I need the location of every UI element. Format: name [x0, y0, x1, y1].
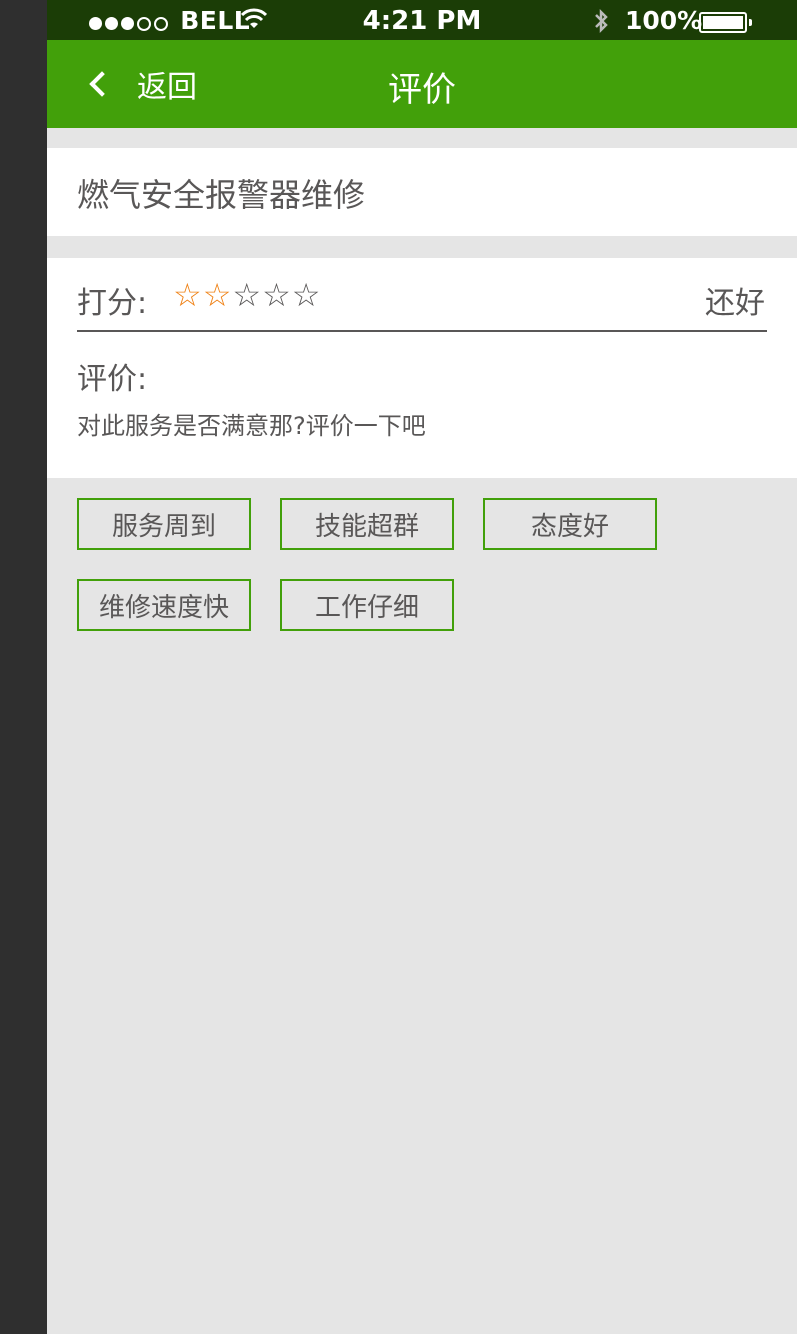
- service-panel: 燃气安全报警器维修: [47, 148, 797, 236]
- screen: BELL 4:21 PM 100% 返回 评价 燃气安全报警器维修 打分: ☆☆…: [47, 0, 797, 1334]
- review-input[interactable]: [77, 412, 767, 440]
- tag-button[interactable]: 技能超群: [280, 498, 454, 550]
- rating-panel: 打分: ☆☆☆☆☆ 还好 评价:: [47, 258, 797, 478]
- divider: [77, 330, 767, 332]
- score-label: 打分:: [77, 286, 148, 321]
- review-label: 评价:: [77, 362, 148, 397]
- battery-percent: 100%: [625, 6, 703, 35]
- nav-bar: 返回 评价: [47, 40, 797, 128]
- status-bar: BELL 4:21 PM 100%: [47, 0, 797, 40]
- star-rating[interactable]: ☆☆☆☆☆: [173, 276, 321, 314]
- star-empty-icon[interactable]: ☆: [292, 276, 322, 314]
- tag-button[interactable]: 工作仔细: [280, 579, 454, 631]
- tag-button[interactable]: 维修速度快: [77, 579, 251, 631]
- service-name: 燃气安全报警器维修: [77, 176, 366, 214]
- score-word: 还好: [705, 286, 765, 321]
- tag-button[interactable]: 服务周到: [77, 498, 251, 550]
- battery-icon: [699, 12, 752, 33]
- star-filled-icon[interactable]: ☆: [203, 276, 233, 314]
- star-empty-icon[interactable]: ☆: [232, 276, 262, 314]
- tag-button[interactable]: 态度好: [483, 498, 657, 550]
- star-filled-icon[interactable]: ☆: [173, 276, 203, 314]
- page-title: 评价: [388, 70, 456, 110]
- bluetooth-icon: [595, 8, 608, 34]
- star-empty-icon[interactable]: ☆: [262, 276, 292, 314]
